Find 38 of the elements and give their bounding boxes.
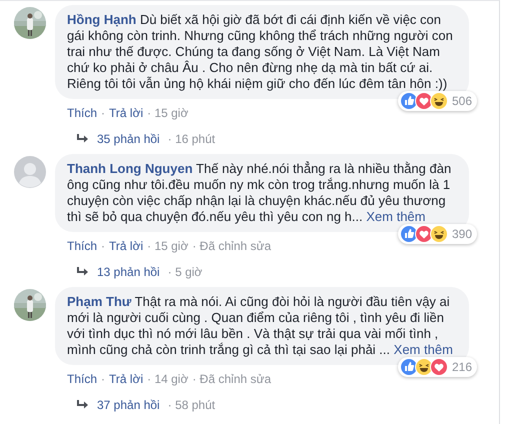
reaction-count: 506 (452, 93, 472, 109)
see-more-link[interactable]: Xem thêm (394, 342, 453, 357)
comment-text: Hồng Hạnh Dù biết xã hội giờ đã bớt đi cái định kiến về việc con gái không còn trinh. Nhưng cũng không thể trách những người con trai như thế được. Chúng ta đang sống ở Việt Nam. Là Việt Nam chứ ko phải ở châu Âu . Cho nên đừng nhẹ dạ mà tin bất cứ ai. Riêng tôi tôi vẫn ủng hộ khái niệm giữ cho đến lúc đêm tân hôn :)) (67, 12, 453, 91)
author-name[interactable]: Thanh Long Nguyen (67, 161, 193, 176)
reply-arrow-icon (77, 267, 89, 277)
comment-time: · 15 giờ (147, 238, 188, 254)
reaction-count: 390 (452, 226, 472, 242)
separator-dot: · (101, 105, 106, 121)
laughing-face-icon (430, 92, 448, 110)
separator-dot: · (101, 371, 106, 387)
reply-time: · 5 giờ (168, 264, 202, 280)
reply-link[interactable]: Trả lời (109, 371, 144, 387)
reply-link[interactable]: Trả lời (109, 238, 144, 254)
heart-reaction-icon (430, 358, 448, 376)
reply-arrow-icon (77, 134, 89, 144)
author-name[interactable]: Phạm Thư (67, 294, 132, 309)
like-link[interactable]: Thích (67, 371, 98, 387)
reply-link[interactable]: Trả lời (109, 105, 144, 121)
comment-time: · 15 giờ (147, 105, 188, 121)
reaction-count: 216 (452, 359, 472, 375)
replies-link[interactable]: 37 phản hồi (97, 397, 160, 413)
comment-text: Thanh Long Nguyen Thế này nhé.nói thẳng ra là nhiều thằng đàn ông cũng như tôi.đều muốn ny mk còn trog trắng.nhưng muốn là 1 chuyện còn việc chấp nhận lại là chuyện khác.nếu đủ yêu thương thì sẽ bỏ qua chuyện đó.nếu yêu thì yêu con ng h... Xem thêm (67, 161, 452, 224)
edited-label: · Đã chỉnh sửa (192, 238, 272, 254)
separator-dot: · (101, 238, 106, 254)
see-more-link[interactable]: Xem thêm (366, 209, 426, 224)
author-name[interactable]: Hồng Hạnh (67, 12, 136, 27)
reply-arrow-icon (77, 400, 89, 410)
replies-link[interactable]: 13 phản hồi (97, 264, 160, 280)
comment-text: Phạm Thư Thật ra mà nói. Ai cũng đòi hỏi là người đầu tiên vậy ai mới là người cuối cùng . Quan điểm của riêng tôi , tình yêu đi liền với tình dục thì nó mới lâu bền . Và thật sự trải qua vài mối tình , mình cũng chả còn trinh trắng gì cả thì tại sao lại phải ... Xem thêm (67, 294, 453, 357)
like-link[interactable]: Thích (67, 238, 98, 254)
reply-time: · 16 phút (168, 131, 216, 147)
edited-label: · Đã chỉnh sửa (192, 371, 272, 387)
like-link[interactable]: Thích (67, 105, 98, 121)
laughing-face-icon (430, 225, 448, 243)
replies-link[interactable]: 35 phản hồi (97, 131, 160, 147)
reply-time: · 58 phút (168, 397, 216, 413)
default-avatar-icon (14, 156, 46, 188)
comment-time: · 14 giờ (147, 371, 188, 387)
